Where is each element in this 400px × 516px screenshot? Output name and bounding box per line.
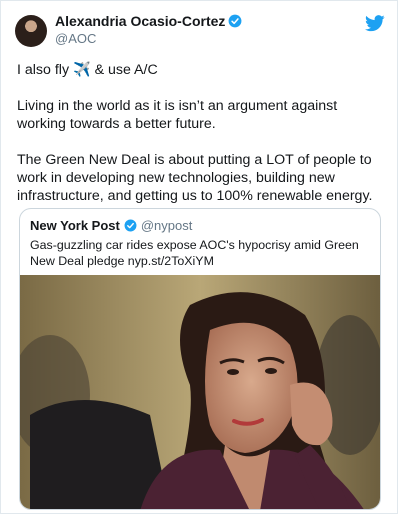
twitter-bird-icon[interactable]	[365, 15, 385, 32]
tweet-header: Alexandria Ocasio-Cortez @AOC	[15, 13, 385, 53]
tweet-text: I also fly ✈️ & use A/C Living in the wo…	[17, 61, 389, 223]
airplane-icon: ✈️	[72, 62, 91, 78]
photo-of-woman-in-hearing	[20, 275, 380, 509]
tweet-paragraph-1: I also fly ✈️ & use A/C	[17, 61, 389, 79]
quoted-tweet-photo[interactable]	[20, 275, 380, 509]
verified-badge-icon	[228, 14, 242, 28]
author-handle[interactable]: @AOC	[55, 31, 242, 47]
quoted-author-name: New York Post	[30, 218, 120, 233]
author-block: Alexandria Ocasio-Cortez @AOC	[55, 13, 242, 46]
quoted-author-handle: @nypost	[140, 218, 193, 233]
p1-before: I also fly	[17, 62, 73, 78]
avatar[interactable]	[15, 15, 47, 47]
verified-badge-icon	[124, 219, 137, 232]
author-name-row: Alexandria Ocasio-Cortez	[55, 13, 242, 30]
author-display-name[interactable]: Alexandria Ocasio-Cortez	[55, 13, 225, 30]
quoted-tweet-text: Gas-guzzling car rides expose AOC's hypo…	[30, 238, 359, 268]
p1-after: & use A/C	[90, 62, 158, 78]
tweet-card: Alexandria Ocasio-Cortez @AOC I also fly…	[0, 0, 398, 514]
quoted-tweet-header: New York Post @nypost	[30, 218, 370, 233]
tweet-paragraph-3: The Green New Deal is about putting a LO…	[17, 152, 373, 204]
quoted-tweet[interactable]: New York Post @nypost Gas-guzzling car r…	[19, 208, 381, 510]
tweet-paragraph-2: Living in the world as it is isn’t an ar…	[17, 98, 338, 132]
